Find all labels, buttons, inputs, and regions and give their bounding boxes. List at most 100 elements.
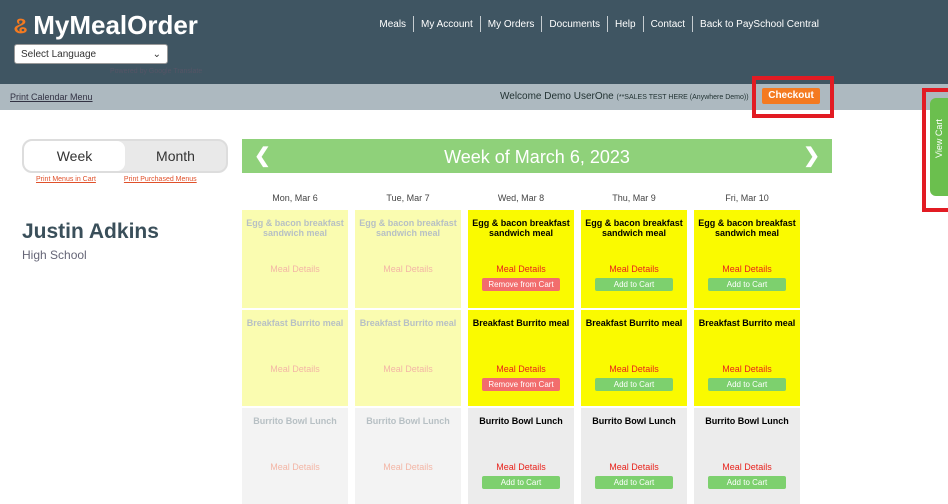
meal-cell: Breakfast Burrito meal Meal Details Add to… xyxy=(694,308,800,406)
meal-details-link[interactable]: Meal Details xyxy=(694,264,800,274)
meal-details-link[interactable]: Meal Details xyxy=(355,364,461,374)
meal-cell: Burrito Bowl Lunch Meal Details Add to Car… xyxy=(694,406,800,504)
nav-meals[interactable]: Meals xyxy=(372,19,413,30)
meal-cell: Egg & bacon breakfast sandwich meal Meal … xyxy=(355,210,461,308)
nav-separator xyxy=(607,16,608,32)
week-month-toggle: Week Month xyxy=(22,139,228,173)
app-logo[interactable]: ଌ MyMealOrder xyxy=(14,10,198,41)
day-column: Fri, Mar 10 Egg & bacon breakfast sandwic… xyxy=(694,186,800,504)
nav-my-orders[interactable]: My Orders xyxy=(481,19,542,30)
meal-name: Burrito Bowl Lunch xyxy=(705,416,789,426)
nav-separator xyxy=(479,16,481,32)
meal-name: Burrito Bowl Lunch xyxy=(479,416,563,426)
meal-details-link[interactable]: Meal Details xyxy=(355,462,461,472)
chevron-right-icon[interactable]: ❯ xyxy=(803,143,820,168)
meal-details-link[interactable]: Meal Details xyxy=(242,364,348,374)
meal-name: Breakfast Burrito meal xyxy=(472,318,570,328)
meal-name: Egg & bacon breakfast sandwich meal xyxy=(698,218,796,238)
meal-cell: Breakfast Burrito meal Meal Details xyxy=(355,308,461,406)
meal-cell: Burrito Bowl Lunch Meal Details xyxy=(355,406,461,504)
logo-text: MyMealOrder xyxy=(33,10,198,40)
day-column: Tue, Mar 7 Egg & bacon breakfast sandwich… xyxy=(355,186,461,504)
language-select[interactable]: Select Language ⌄ xyxy=(14,44,168,64)
nav-help[interactable]: Help xyxy=(608,19,643,30)
meal-details-link[interactable]: Meal Details xyxy=(242,462,348,472)
powered-by: Powered by Google Translate xyxy=(110,68,203,75)
student-name: Justin Adkins xyxy=(22,220,159,243)
week-calendar: Mon, Mar 6 Egg & bacon breakfast sandwich… xyxy=(242,186,832,504)
meal-details-link[interactable]: Meal Details xyxy=(694,462,800,472)
meal-name: Breakfast Burrito meal xyxy=(246,318,344,328)
print-menus-in-cart-link[interactable]: Print Menus in Cart xyxy=(36,176,96,183)
meal-name: Egg & bacon breakfast sandwich meal xyxy=(585,218,683,238)
day-header: Thu, Mar 9 xyxy=(612,193,656,203)
meal-name: Burrito Bowl Lunch xyxy=(366,416,450,426)
welcome-user: Welcome Demo UserOne xyxy=(500,91,614,102)
welcome-text: Welcome Demo UserOne (**SALES TEST HERE … xyxy=(500,91,749,102)
day-column: Wed, Mar 8 Egg & bacon breakfast sandwich… xyxy=(468,186,574,504)
print-calendar-link[interactable]: Print Calendar Menu xyxy=(10,92,93,102)
meal-cell: Breakfast Burrito meal Meal Details Remove… xyxy=(468,308,574,406)
welcome-note: (**SALES TEST HERE (Anywhere Demo)) xyxy=(616,94,749,101)
language-select-label: Select Language xyxy=(21,48,97,60)
meal-details-link[interactable]: Meal Details xyxy=(694,364,800,374)
nav-separator xyxy=(642,16,644,32)
remove-from-cart-button[interactable]: Remove from Cart xyxy=(482,278,560,291)
meal-details-link[interactable]: Meal Details xyxy=(468,264,574,274)
meal-details-link[interactable]: Meal Details xyxy=(468,462,574,472)
nav-separator xyxy=(413,16,415,32)
tab-month[interactable]: Month xyxy=(125,141,226,171)
remove-from-cart-button[interactable]: Remove from Cart xyxy=(482,378,560,391)
meal-cell: Breakfast Burrito meal Meal Details xyxy=(242,308,348,406)
meal-details-link[interactable]: Meal Details xyxy=(581,264,687,274)
nav-my-account[interactable]: My Account xyxy=(414,19,480,30)
meal-details-link[interactable]: Meal Details xyxy=(581,462,687,472)
meal-name: Egg & bacon breakfast sandwich meal xyxy=(359,218,457,238)
meal-name: Breakfast Burrito meal xyxy=(698,318,796,328)
day-column: Mon, Mar 6 Egg & bacon breakfast sandwich… xyxy=(242,186,348,504)
week-header: ❮ Week of March 6, 2023 ❯ xyxy=(242,139,832,173)
nav-contact[interactable]: Contact xyxy=(644,19,692,30)
meal-cell: Breakfast Burrito meal Meal Details Add to… xyxy=(581,308,687,406)
meal-name: Breakfast Burrito meal xyxy=(359,318,457,328)
day-column: Thu, Mar 9 Egg & bacon breakfast sandwich… xyxy=(581,186,687,504)
meal-cell: Egg & bacon breakfast sandwich meal Meal … xyxy=(468,210,574,308)
meal-cell: Burrito Bowl Lunch Meal Details xyxy=(242,406,348,504)
print-links: Print Menus in Cart Print Purchased Menu… xyxy=(36,176,197,183)
top-nav: Meals My Account My Orders Documents Hel… xyxy=(372,16,826,32)
meal-name: Breakfast Burrito meal xyxy=(585,318,683,328)
highlight-box xyxy=(752,76,834,118)
week-title: Week of March 6, 2023 xyxy=(444,147,630,167)
meal-details-link[interactable]: Meal Details xyxy=(242,264,348,274)
day-header: Mon, Mar 6 xyxy=(272,193,318,203)
add-to-cart-button[interactable]: Add to Cart xyxy=(595,278,673,291)
meal-cell: Egg & bacon breakfast sandwich meal Meal … xyxy=(242,210,348,308)
nav-separator xyxy=(541,16,543,32)
meal-logo-icon: ଌ xyxy=(14,12,28,38)
nav-documents[interactable]: Documents xyxy=(542,19,607,30)
add-to-cart-button[interactable]: Add to Cart xyxy=(708,378,786,391)
tab-week[interactable]: Week xyxy=(24,141,125,171)
add-to-cart-button[interactable]: Add to Cart xyxy=(708,278,786,291)
meal-name: Burrito Bowl Lunch xyxy=(592,416,676,426)
add-to-cart-button[interactable]: Add to Cart xyxy=(595,378,673,391)
meal-details-link[interactable]: Meal Details xyxy=(581,364,687,374)
highlight-box xyxy=(922,88,948,212)
meal-cell: Egg & bacon breakfast sandwich meal Meal … xyxy=(581,210,687,308)
day-header: Fri, Mar 10 xyxy=(725,193,769,203)
meal-name: Egg & bacon breakfast sandwich meal xyxy=(246,218,344,238)
meal-name: Burrito Bowl Lunch xyxy=(253,416,337,426)
meal-details-link[interactable]: Meal Details xyxy=(468,364,574,374)
day-header: Tue, Mar 7 xyxy=(386,193,430,203)
nav-back-to-payschool[interactable]: Back to PaySchool Central xyxy=(693,19,826,30)
chevron-down-icon: ⌄ xyxy=(152,48,161,60)
nav-separator xyxy=(692,16,694,32)
meal-cell: Burrito Bowl Lunch Meal Details Add to Car… xyxy=(581,406,687,504)
day-header: Wed, Mar 8 xyxy=(497,193,545,203)
meal-cell: Egg & bacon breakfast sandwich meal Meal … xyxy=(694,210,800,308)
student-school: High School xyxy=(22,248,87,262)
meal-details-link[interactable]: Meal Details xyxy=(355,264,461,274)
meal-cell: Burrito Bowl Lunch Meal Details Add to Car… xyxy=(468,406,574,504)
meal-name: Egg & bacon breakfast sandwich meal xyxy=(472,218,570,238)
print-purchased-menus-link[interactable]: Print Purchased Menus xyxy=(124,176,197,183)
